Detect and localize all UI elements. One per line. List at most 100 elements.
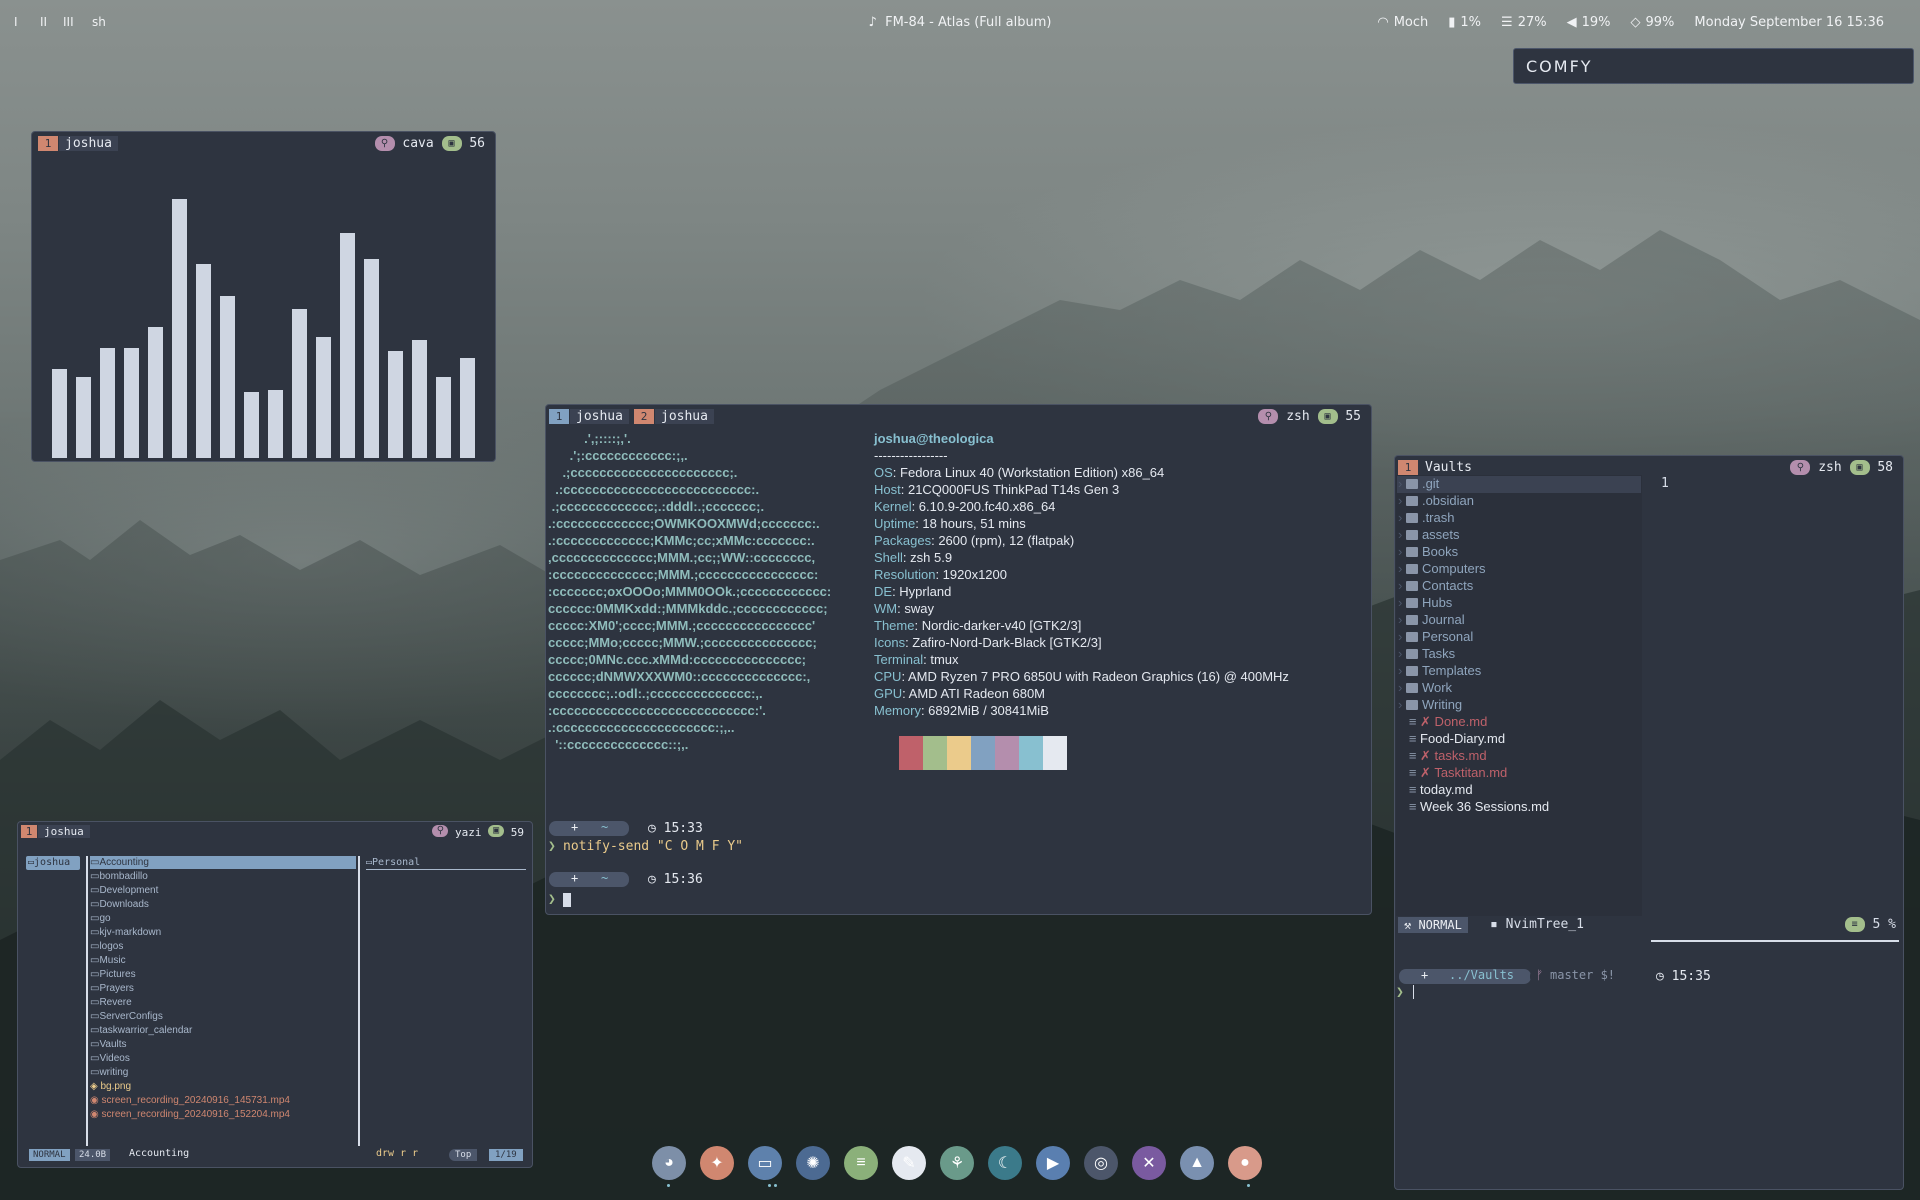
yazi-folder[interactable]: ▭Vaults — [90, 1038, 127, 1051]
clock[interactable]: Monday September 16 15:36 — [1694, 15, 1884, 30]
yazi-item-label: Pictures — [99, 969, 136, 980]
tree-file[interactable]: ≡ ✗ tasks.md — [1398, 747, 1487, 764]
ascii-logo-line: .;ccccccccccccc;.:dddl:.;ccccccc;. — [548, 499, 765, 514]
finder-icon[interactable]: ◕ — [652, 1146, 686, 1180]
running-indicator — [774, 1184, 777, 1187]
tree-folder[interactable]: › .trash — [1398, 509, 1454, 526]
disk-icon: ▮ — [1448, 15, 1456, 30]
yazi-folder[interactable]: ▭Accounting — [90, 856, 149, 869]
yazi-folder[interactable]: ▭Music — [90, 954, 126, 967]
terminal-cursor[interactable] — [563, 893, 571, 907]
yazi-folder[interactable]: ▭kjv-markdown — [90, 926, 161, 939]
info-value: : 6.10.9-200.fc40.x86_64 — [911, 499, 1056, 514]
tree-folder[interactable]: › Hubs — [1398, 594, 1452, 611]
yazi-folder[interactable]: ▭Revere — [90, 996, 132, 1009]
clock-icon: ◷ — [648, 872, 664, 887]
nordpass-icon[interactable]: ▲ — [1180, 1146, 1214, 1180]
info-key: Icons — [874, 635, 906, 650]
yazi-folder[interactable]: ▭go — [90, 912, 111, 925]
wifi-status[interactable]: ◠ Moch — [1377, 15, 1428, 30]
shell-cursor[interactable] — [1413, 985, 1414, 999]
path-label: ../Vaults — [1449, 968, 1515, 982]
tab-label-2[interactable]: joshua — [655, 409, 714, 424]
obs-icon[interactable]: ◎ — [1084, 1146, 1118, 1180]
firefox-icon[interactable]: ✦ — [700, 1146, 734, 1180]
tree-folder[interactable]: › .git — [1398, 475, 1439, 492]
tree-folder[interactable]: › Templates — [1398, 662, 1481, 679]
yazi-folder[interactable]: ▭Prayers — [90, 982, 134, 995]
yazi-folder[interactable]: ▭Videos — [90, 1052, 130, 1065]
tree-folder[interactable]: › Work — [1398, 679, 1452, 696]
apple-icon[interactable]: ● — [1228, 1146, 1262, 1180]
inkscape-icon[interactable]: ✎ — [892, 1146, 926, 1180]
tree-folder[interactable]: › assets — [1398, 526, 1460, 543]
krita-icon[interactable]: ✕ — [1132, 1146, 1166, 1180]
yazi-folder[interactable]: ▭taskwarrior_calendar — [90, 1024, 192, 1037]
yazi-item-label: Prayers — [99, 983, 134, 994]
time-value: 15:35 — [1671, 969, 1711, 984]
system-info-line: Terminal: tmux — [874, 651, 959, 668]
yazi-folder[interactable]: ▭Pictures — [90, 968, 136, 981]
yazi-folder[interactable]: ▭logos — [90, 940, 123, 953]
visualizer-bar — [316, 337, 331, 458]
percent-value: 5 % — [1872, 917, 1896, 932]
tab-label[interactable]: joshua — [38, 825, 90, 838]
tree-folder[interactable]: › Computers — [1398, 560, 1486, 577]
yazi-folder[interactable]: ▭Development — [90, 884, 158, 897]
stellarium-icon[interactable]: ✺ — [796, 1146, 830, 1180]
yazi-file[interactable]: ◉ screen_recording_20240916_152204.mp4 — [90, 1108, 290, 1121]
info-key: DE — [874, 584, 893, 599]
tree-folder[interactable]: › Writing — [1398, 696, 1462, 713]
tree-folder[interactable]: › Tasks — [1398, 645, 1455, 662]
tab-number[interactable]: 1 — [1398, 460, 1418, 475]
preview-underline — [366, 869, 526, 870]
tree-folder[interactable]: › Books — [1398, 543, 1458, 560]
parent-dir[interactable]: ▭joshua — [28, 857, 70, 868]
tab-number[interactable]: 1 — [21, 825, 37, 838]
dolphin-icon[interactable]: ⚘ — [940, 1146, 974, 1180]
yazi-folder[interactable]: ▭bombadillo — [90, 870, 148, 883]
disk-status[interactable]: ▮ 1% — [1448, 15, 1481, 30]
tree-file[interactable]: ≡ Food-Diary.md — [1398, 730, 1505, 747]
yazi-folder[interactable]: ▭ServerConfigs — [90, 1010, 163, 1023]
tree-folder[interactable]: › Personal — [1398, 628, 1473, 645]
volume-status[interactable]: ◀ 19% — [1567, 15, 1611, 30]
tree-file[interactable]: ≡ today.md — [1398, 781, 1473, 798]
yazi-folder[interactable]: ▭writing — [90, 1066, 128, 1079]
preview-item[interactable]: ▭Personal — [366, 857, 420, 868]
running-indicator — [667, 1184, 670, 1187]
vscodium-icon[interactable]: ☾ — [988, 1146, 1022, 1180]
ascii-logo-line: cccccccc;.:odl:.;cccccccccccccc:,. — [548, 686, 763, 701]
yazi-file[interactable]: ◉ screen_recording_20240916_145731.mp4 — [90, 1094, 290, 1107]
tab-number-2[interactable]: 2 — [634, 409, 654, 424]
cava-terminal-window[interactable]: 1 joshua ⚲ cava ▣ 56 — [31, 131, 496, 462]
file-icon: ≡ — [1398, 748, 1421, 763]
tree-file[interactable]: ≡ ✗ Done.md — [1398, 713, 1487, 730]
file-icon: ≡ — [1398, 799, 1421, 814]
chevron-right-icon: › — [1398, 663, 1406, 678]
prompt-time-2: ◷ 15:36 — [648, 872, 703, 887]
chevron-right-icon: › — [1398, 527, 1406, 542]
tmux-status-bar: 1 joshua ⚲ yazi ▣ 59 — [18, 822, 532, 844]
memory-status[interactable]: ☰ 27% — [1501, 15, 1547, 30]
tree-file[interactable]: ≡ ✗ Tasktitan.md — [1398, 764, 1507, 781]
plus-icon: + — [1421, 968, 1429, 982]
battery-status[interactable]: ◇ 99% — [1631, 15, 1675, 30]
tree-file[interactable]: ≡ Week 36 Sessions.md — [1398, 798, 1549, 815]
info-key: OS — [874, 465, 893, 480]
notes-icon[interactable]: ≡ — [844, 1146, 878, 1180]
info-key: WM — [874, 601, 898, 616]
folder-icon — [1405, 700, 1418, 710]
notification-popup[interactable]: COMFY — [1513, 48, 1914, 84]
yazi-folder[interactable]: ▭Downloads — [90, 898, 149, 911]
tab-label[interactable]: Vaults — [1419, 460, 1478, 475]
tab-label-1[interactable]: joshua — [570, 409, 629, 424]
tree-folder[interactable]: › .obsidian — [1398, 492, 1474, 509]
video-player-icon[interactable]: ▶ — [1036, 1146, 1070, 1180]
tree-folder[interactable]: › Journal — [1398, 611, 1465, 628]
tree-folder[interactable]: › Contacts — [1398, 577, 1473, 594]
folder-icon — [1405, 513, 1418, 523]
files-icon[interactable]: ▭ — [748, 1146, 782, 1180]
yazi-file[interactable]: ◈ bg.png — [90, 1080, 131, 1093]
tab-number-1[interactable]: 1 — [549, 409, 569, 424]
